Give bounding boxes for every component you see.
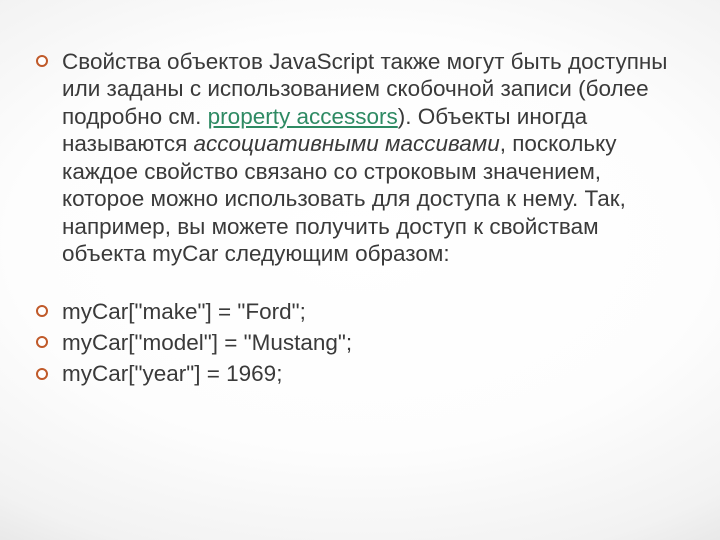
spacer (62, 272, 680, 294)
property-accessors-link[interactable]: property accessors (208, 104, 398, 129)
code-line: myCar["make"] = "Ford"; (62, 299, 306, 324)
code-line: myCar["year"] = 1969; (62, 361, 282, 386)
slide: Свойства объектов JavaScript также могут… (0, 0, 720, 540)
paragraph-italic: ассоциативными массивами (194, 131, 500, 156)
list-item: myCar["model"] = "Mustang"; (62, 329, 680, 356)
list-item: myCar["make"] = "Ford"; (62, 298, 680, 325)
bullet-list: Свойства объектов JavaScript также могут… (62, 48, 680, 388)
list-item: Свойства объектов JavaScript также могут… (62, 48, 680, 268)
code-line: myCar["model"] = "Mustang"; (62, 330, 352, 355)
list-item: myCar["year"] = 1969; (62, 360, 680, 387)
